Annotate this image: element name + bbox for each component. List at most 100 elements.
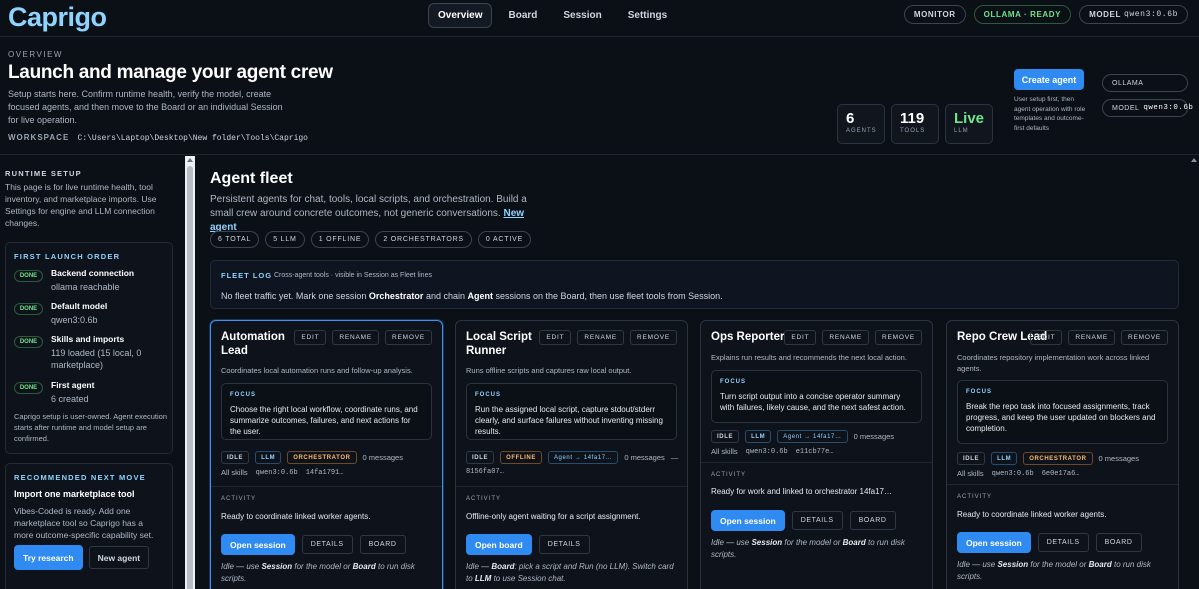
- agent-meta: All skills qwen3:0.6b 14fa1791…: [221, 468, 344, 477]
- remove-button[interactable]: REMOVE: [630, 330, 677, 345]
- agent-card[interactable]: Automation Lead EDIT RENAME REMOVE Coord…: [210, 320, 443, 589]
- model-select[interactable]: MODEL qwen3:0.6b: [1102, 99, 1193, 117]
- runtime-select[interactable]: OLLAMA: [1102, 74, 1188, 92]
- role-badge: ORCHESTRATOR: [287, 451, 357, 464]
- idle-note-emphasis: Session: [261, 562, 293, 571]
- idle-note: Idle — Board: pick a script and Run (no …: [466, 561, 681, 585]
- main-scrollbar[interactable]: [1190, 156, 1199, 589]
- idle-note-text: for the model or: [1028, 560, 1089, 569]
- link-badge[interactable]: Agent → 14fa17…: [547, 451, 619, 464]
- agent-summary: Runs offline scripts and captures raw lo…: [466, 366, 632, 375]
- tab-settings[interactable]: Settings: [618, 3, 677, 28]
- rename-button[interactable]: RENAME: [1068, 330, 1116, 345]
- message-count: 0 messages: [624, 453, 665, 462]
- details-button[interactable]: DETAILS: [1037, 533, 1089, 552]
- monitor-button[interactable]: MONITOR: [903, 5, 966, 24]
- try-research-button[interactable]: Try research: [14, 545, 83, 570]
- open-session-button[interactable]: Open session: [957, 532, 1031, 553]
- tab-overview[interactable]: Overview: [428, 3, 493, 28]
- fleet-log-emphasis: Agent: [467, 291, 493, 301]
- mode-badge: LLM: [745, 430, 772, 443]
- agent-meta: All skills qwen3:0.6b e11cb77e…: [711, 447, 834, 456]
- launch-step: DONE First agent 6 created: [14, 380, 94, 405]
- remove-button[interactable]: REMOVE: [875, 330, 922, 345]
- card-actions: Open session DETAILS BOARD: [221, 534, 406, 555]
- count-chip-total[interactable]: 6 TOTAL: [210, 231, 260, 248]
- scroll-up-arrow-icon[interactable]: [187, 158, 193, 162]
- board-button[interactable]: BOARD: [359, 535, 406, 554]
- model-badge-label: MODEL: [1089, 10, 1121, 19]
- edit-button[interactable]: EDIT: [539, 330, 572, 345]
- remove-button[interactable]: REMOVE: [1121, 330, 1168, 345]
- stat-tools: 119 TOOLS: [891, 104, 939, 144]
- card-actions: Open board DETAILS: [466, 534, 590, 555]
- stat-label: AGENTS: [846, 128, 877, 134]
- fleet-log-text: and chain: [423, 291, 468, 301]
- divider: [456, 486, 687, 487]
- edit-button[interactable]: EDIT: [294, 330, 327, 345]
- scroll-up-arrow-icon[interactable]: [1191, 158, 1197, 162]
- recommended-title: Import one marketplace tool: [14, 489, 135, 499]
- recommended-heading: RECOMMENDED NEXT MOVE: [14, 473, 146, 482]
- idle-note-emphasis: Session: [751, 538, 783, 547]
- agent-card[interactable]: Ops Reporter EDIT RENAME REMOVE Explains…: [700, 320, 933, 589]
- sidebar-scrollbar[interactable]: [185, 156, 195, 589]
- details-button[interactable]: DETAILS: [301, 535, 353, 554]
- details-button[interactable]: DETAILS: [538, 535, 590, 554]
- model-badge: MODEL qwen3:0.6b: [1079, 5, 1188, 24]
- agent-card[interactable]: Local Script Runner EDIT RENAME REMOVE R…: [455, 320, 688, 589]
- idle-note-text: for the model or: [782, 538, 843, 547]
- role-badge: ORCHESTRATOR: [1023, 452, 1093, 465]
- details-button[interactable]: DETAILS: [791, 511, 843, 530]
- count-chip-active[interactable]: 0 ACTIVE: [477, 231, 532, 248]
- agent-meta: All skills qwen3:0.6b 6e0e17a6…: [957, 469, 1080, 478]
- message-count: 0 messages: [1098, 454, 1139, 463]
- step-title: Backend connection: [51, 268, 135, 278]
- tab-session[interactable]: Session: [553, 3, 611, 28]
- agent-card[interactable]: Repo Crew Lead EDIT RENAME REMOVE Coordi…: [946, 320, 1179, 589]
- new-agent-button[interactable]: New agent: [88, 546, 150, 569]
- tab-board[interactable]: Board: [498, 3, 547, 28]
- idle-note-emphasis: Board: [842, 538, 866, 547]
- create-agent-button[interactable]: Create agent: [1014, 69, 1084, 90]
- idle-note: Idle — use Session for the model or Boar…: [957, 559, 1172, 583]
- count-chip-offline[interactable]: 1 OFFLINE: [310, 231, 370, 248]
- agent-fleet-section: Agent fleet Persistent agents for chat, …: [197, 156, 1190, 589]
- agent-tags: IDLE LLM Agent → 14fa17… 0 messages: [711, 430, 894, 443]
- edit-button[interactable]: EDIT: [1030, 330, 1063, 345]
- board-button[interactable]: BOARD: [849, 511, 896, 530]
- done-badge: DONE: [14, 303, 43, 315]
- agent-tags: IDLE LLM ORCHESTRATOR 0 messages: [221, 451, 403, 464]
- step-detail: qwen3:0.6b: [51, 315, 98, 325]
- scrollbar-thumb[interactable]: [187, 166, 193, 589]
- edit-button[interactable]: EDIT: [784, 330, 817, 345]
- count-chip-orchestrators[interactable]: 2 ORCHESTRATORS: [375, 231, 472, 248]
- rename-button[interactable]: RENAME: [577, 330, 625, 345]
- open-session-button[interactable]: Open session: [711, 510, 785, 531]
- status-badge: IDLE: [711, 430, 740, 443]
- link-badge[interactable]: Agent → 14fa17…: [777, 430, 848, 443]
- open-session-button[interactable]: Open session: [221, 534, 295, 555]
- focus-panel: FOCUS Run the assigned local script, cap…: [466, 383, 677, 440]
- rename-button[interactable]: RENAME: [822, 330, 870, 345]
- mode-badge: OFFLINE: [500, 451, 542, 464]
- agent-actions: EDIT RENAME REMOVE: [294, 330, 432, 345]
- rename-button[interactable]: RENAME: [332, 330, 380, 345]
- focus-text: Run the assigned local script, capture s…: [475, 405, 663, 436]
- focus-text: Choose the right local workflow, coordin…: [230, 405, 418, 436]
- message-count: 0 messages: [853, 432, 895, 441]
- fleet-log-subtitle: Cross-agent tools · visible in Session a…: [274, 272, 432, 279]
- step-detail: ollama reachable: [51, 282, 120, 292]
- open-board-button[interactable]: Open board: [466, 534, 532, 555]
- remove-button[interactable]: REMOVE: [385, 330, 432, 345]
- fleet-title: Agent fleet: [210, 170, 293, 187]
- stat-label: LLM: [954, 128, 969, 134]
- focus-label: FOCUS: [966, 389, 992, 395]
- runtime-setup-text: This page is for live runtime health, to…: [5, 182, 157, 228]
- ollama-status-badge: OLLAMA · READY: [973, 5, 1072, 24]
- board-button[interactable]: BOARD: [1095, 533, 1142, 552]
- top-bar: Caprigo Overview Board Session Settings …: [0, 0, 1199, 37]
- app-logo[interactable]: Caprigo: [8, 2, 107, 33]
- count-chip-llm[interactable]: 5 LLM: [265, 231, 305, 248]
- agent-model: qwen3:0.6b: [991, 469, 1034, 478]
